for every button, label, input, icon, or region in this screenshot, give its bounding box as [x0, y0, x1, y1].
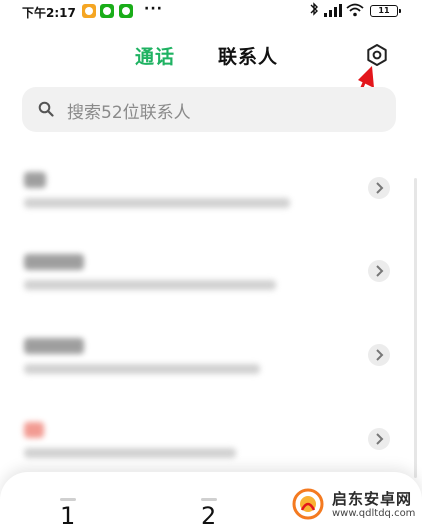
- list-item[interactable]: [0, 328, 422, 410]
- wechat-icon: [119, 4, 133, 18]
- contact-detail-button[interactable]: [368, 177, 390, 199]
- contact-name-redacted: [24, 422, 44, 438]
- status-bar: 下午2:17 ··· 11: [0, 0, 422, 24]
- chevron-right-icon: [376, 433, 384, 445]
- contact-detail-button[interactable]: [368, 260, 390, 282]
- scrollbar[interactable]: [414, 178, 417, 478]
- contact-detail-button[interactable]: [368, 428, 390, 450]
- tab-contacts[interactable]: 联系人: [218, 42, 278, 69]
- watermark-url: www.qdltdq.com: [332, 508, 416, 519]
- contact-detail-redacted: [24, 198, 290, 208]
- watermark-title: 启东安卓网: [332, 490, 413, 508]
- watermark-logo-icon: [292, 488, 324, 520]
- search-placeholder: 搜索52位联系人: [67, 103, 191, 123]
- dial-key-2[interactable]: 2: [201, 502, 216, 526]
- dial-key-letters: [201, 498, 217, 501]
- tab-calls[interactable]: 通话: [135, 42, 175, 69]
- contact-name-redacted: [24, 338, 84, 354]
- search-icon: [38, 101, 54, 117]
- contact-name-redacted: [24, 172, 46, 188]
- contact-detail-redacted: [24, 364, 260, 374]
- contact-detail-redacted: [24, 280, 276, 290]
- chevron-right-icon: [376, 182, 384, 194]
- contact-name-redacted: [24, 254, 84, 270]
- chevron-right-icon: [376, 265, 384, 277]
- watermark: 启东安卓网 www.qdltdq.com: [288, 484, 422, 526]
- battery-icon: 11: [370, 5, 401, 17]
- app-notification-icon: [82, 4, 96, 18]
- list-item[interactable]: [0, 244, 422, 326]
- dial-key-letters: [60, 498, 76, 501]
- wechat-icon: [100, 4, 114, 18]
- status-time: 下午2:17: [22, 6, 76, 20]
- dial-key-1[interactable]: 1: [60, 502, 75, 526]
- contact-detail-button[interactable]: [368, 344, 390, 366]
- contact-detail-redacted: [24, 448, 236, 458]
- more-notifications-icon: ···: [144, 1, 163, 17]
- wifi-icon: [346, 3, 364, 17]
- signal-icon: [324, 4, 342, 17]
- search-input[interactable]: 搜索52位联系人: [22, 87, 396, 132]
- chevron-right-icon: [376, 349, 384, 361]
- list-item[interactable]: [0, 160, 422, 242]
- bluetooth-icon: [309, 2, 319, 20]
